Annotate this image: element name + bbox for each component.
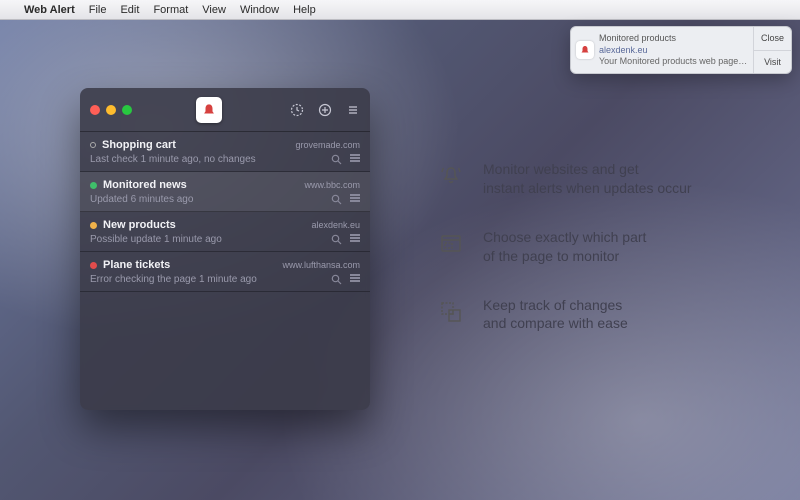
entry-title: Monitored news: [103, 179, 187, 191]
entry-domain: alexdenk.eu: [311, 220, 360, 230]
feature-list: Monitor websites and get instant alerts …: [437, 160, 777, 363]
app-name[interactable]: Web Alert: [24, 4, 75, 16]
notification-banner: Monitored products alexdenk.eu Your Moni…: [570, 26, 792, 74]
traffic-lights: [90, 105, 132, 115]
feature-line: of the page to monitor: [483, 247, 646, 266]
entry-domain: www.bbc.com: [304, 180, 360, 190]
app-window: Shopping cart grovemade.com Last check 1 m…: [80, 88, 370, 410]
search-icon[interactable]: [331, 194, 342, 205]
notification-subtitle: alexdenk.eu: [599, 45, 749, 57]
monitor-entry[interactable]: Monitored news www.bbc.com Updated 6 minut…: [80, 172, 370, 212]
entry-status: Error checking the page 1 minute ago: [90, 274, 257, 285]
status-dot-icon: [90, 182, 97, 189]
window-zoom-button[interactable]: [122, 105, 132, 115]
entry-status: Updated 6 minutes ago: [90, 194, 193, 205]
menu-file[interactable]: File: [89, 4, 107, 16]
list-icon[interactable]: [350, 194, 360, 205]
search-icon[interactable]: [331, 154, 342, 165]
list-icon[interactable]: [350, 234, 360, 245]
monitor-entry[interactable]: Shopping cart grovemade.com Last check 1 m…: [80, 132, 370, 172]
title-bar: [80, 88, 370, 132]
menu-icon[interactable]: [346, 103, 360, 117]
search-icon[interactable]: [331, 234, 342, 245]
notification-visit-button[interactable]: Visit: [754, 51, 791, 74]
compare-icon: [437, 298, 465, 326]
selection-icon: [437, 230, 465, 258]
feature-item: Keep track of changes and compare with e…: [437, 296, 777, 334]
notification-body: Monitored products alexdenk.eu Your Moni…: [599, 27, 753, 73]
status-dot-icon: [90, 262, 97, 269]
entry-title: Plane tickets: [103, 259, 170, 271]
entry-domain: www.lufthansa.com: [282, 260, 360, 270]
notification-message: Your Monitored products web page wa...: [599, 56, 749, 68]
menu-format[interactable]: Format: [153, 4, 188, 16]
feature-line: and compare with ease: [483, 314, 628, 333]
bell-icon: [437, 162, 465, 190]
feature-line: instant alerts when updates occur: [483, 179, 692, 198]
status-dot-icon: [90, 222, 97, 229]
menu-help[interactable]: Help: [293, 4, 316, 16]
feature-line: Choose exactly which part: [483, 229, 646, 245]
window-minimize-button[interactable]: [106, 105, 116, 115]
entry-title: Shopping cart: [102, 139, 176, 151]
list-icon[interactable]: [350, 154, 360, 165]
notification-close-button[interactable]: Close: [754, 27, 791, 51]
app-logo-icon: [196, 97, 222, 123]
menu-view[interactable]: View: [202, 4, 226, 16]
menu-bar: Web Alert File Edit Format View Window H…: [0, 0, 800, 20]
window-close-button[interactable]: [90, 105, 100, 115]
notification-app-icon: [571, 27, 599, 73]
status-dot-icon: [90, 142, 96, 148]
feature-item: Choose exactly which part of the page to…: [437, 228, 777, 266]
history-icon[interactable]: [290, 103, 304, 117]
entry-title: New products: [103, 219, 176, 231]
search-icon[interactable]: [331, 274, 342, 285]
menu-window[interactable]: Window: [240, 4, 279, 16]
entry-domain: grovemade.com: [295, 140, 360, 150]
entry-status: Last check 1 minute ago, no changes: [90, 154, 256, 165]
entry-status: Possible update 1 minute ago: [90, 234, 222, 245]
feature-line: Monitor websites and get: [483, 161, 639, 177]
add-icon[interactable]: [318, 103, 332, 117]
menu-edit[interactable]: Edit: [120, 4, 139, 16]
feature-item: Monitor websites and get instant alerts …: [437, 160, 777, 198]
feature-line: Keep track of changes: [483, 297, 622, 313]
monitor-entry[interactable]: Plane tickets www.lufthansa.com Error chec…: [80, 252, 370, 292]
monitor-entry[interactable]: New products alexdenk.eu Possible update 1…: [80, 212, 370, 252]
notification-title: Monitored products: [599, 33, 749, 45]
list-icon[interactable]: [350, 274, 360, 285]
